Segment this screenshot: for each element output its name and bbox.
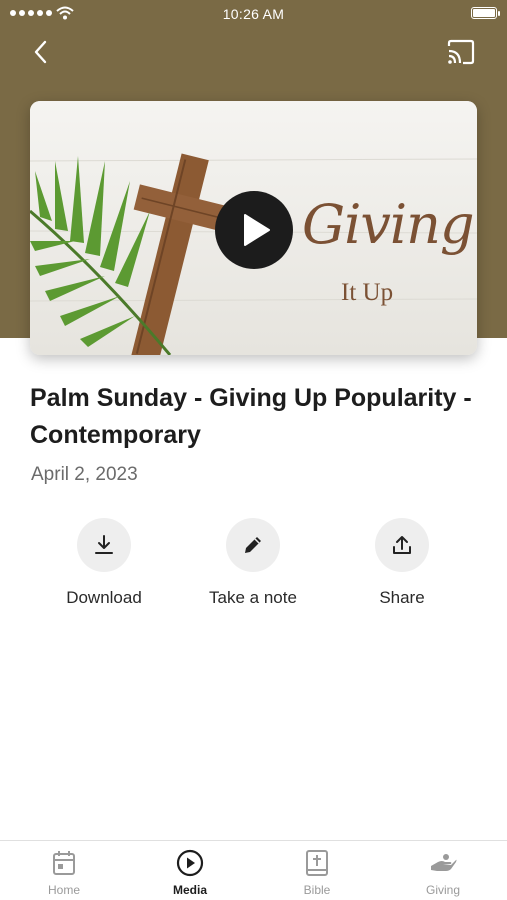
take-a-note-button[interactable]: Take a note [183,518,323,608]
tab-media[interactable]: Media [140,849,240,897]
tab-home[interactable]: Home [14,849,114,897]
share-icon [393,536,411,554]
status-bar: 10:26 AM [0,0,507,28]
share-button-circle [375,518,429,572]
take-a-note-label: Take a note [209,588,297,607]
play-button[interactable] [215,191,293,269]
pencil-icon [245,537,261,553]
download-button-circle [77,518,131,572]
download-button[interactable]: Download [34,518,174,608]
tab-bible[interactable]: Bible [267,849,367,897]
share-button[interactable]: Share [332,518,472,608]
tab-giving[interactable]: Giving [393,849,493,897]
bible-icon [306,850,328,876]
calendar-icon [53,851,75,875]
back-button[interactable] [28,38,56,66]
sermon-date: April 2, 2023 [31,464,138,485]
battery-icon [471,7,500,19]
play-circle-icon [176,849,204,877]
sermon-title: Palm Sunday - Giving Up Popularity - Con… [30,384,472,449]
tab-media-label: Media [172,883,207,897]
giving-hand-icon [431,854,457,871]
share-label: Share [379,588,425,607]
tab-home-label: Home [47,883,80,897]
download-icon [95,535,113,554]
bottom-tab-bar: Home Media Bible Giving [0,840,507,900]
tab-bible-label: Bible [303,883,331,897]
cast-button[interactable] [445,38,477,66]
cast-icon [447,39,475,65]
download-label: Download [66,588,142,607]
chevron-left-icon [34,40,47,64]
play-icon [244,214,270,246]
thumbnail-subtitle: It Up [341,279,394,306]
status-time: 10:26 AM [222,6,285,22]
tab-giving-label: Giving [425,883,460,897]
action-row: Download Take a note Share [0,518,507,608]
thumbnail-title: Giving [302,193,475,256]
take-a-note-button-circle [226,518,280,572]
video-player[interactable]: Giving It Up [30,101,477,355]
